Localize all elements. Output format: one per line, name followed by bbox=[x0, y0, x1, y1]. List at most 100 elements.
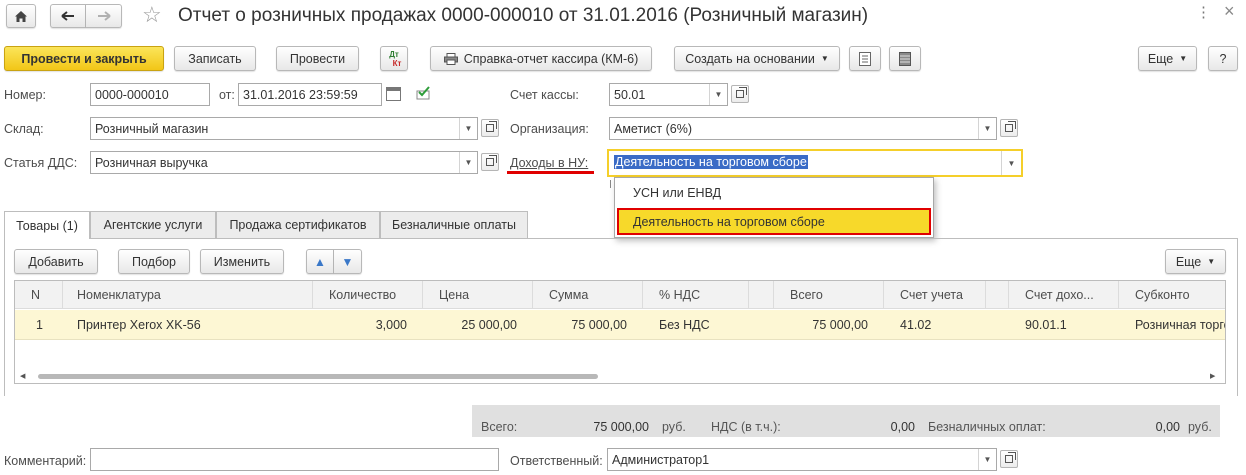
cash-account-label: Счет кассы: bbox=[510, 88, 579, 102]
more-label: Еще bbox=[1147, 51, 1174, 66]
col-subconto[interactable]: Субконто bbox=[1119, 281, 1225, 309]
move-down-button[interactable]: ▼ bbox=[334, 249, 362, 274]
col-vat-rate[interactable]: % НДС bbox=[643, 281, 749, 309]
col-account[interactable]: Счет учета bbox=[884, 281, 986, 309]
table-more-button[interactable]: Еще ▼ bbox=[1165, 249, 1226, 274]
tab-noncash[interactable]: Безналичные оплаты bbox=[380, 211, 528, 238]
favorite-star-icon[interactable]: ☆ bbox=[142, 3, 162, 27]
document-icon bbox=[859, 51, 871, 66]
structure-icon-button[interactable] bbox=[889, 46, 921, 71]
create-based-on-button[interactable]: Создать на основании ▼ bbox=[674, 46, 840, 71]
help-button[interactable]: ? bbox=[1208, 46, 1238, 71]
select-button[interactable]: Подбор bbox=[118, 249, 190, 274]
chevron-down-icon[interactable]: ▼ bbox=[1001, 151, 1021, 175]
cell-income-account: 90.01.1 bbox=[1025, 318, 1067, 332]
number-label: Номер: bbox=[4, 88, 46, 102]
tab-goods[interactable]: Товары (1) bbox=[4, 211, 90, 239]
back-button[interactable] bbox=[50, 4, 86, 28]
table-icon bbox=[899, 51, 911, 66]
responsible-field[interactable]: Администратор1 ▼ bbox=[607, 448, 997, 471]
open-warehouse-icon[interactable] bbox=[481, 119, 499, 137]
warehouse-label: Склад: bbox=[4, 122, 44, 136]
post-and-close-button[interactable]: Провести и закрыть bbox=[4, 46, 164, 71]
dtkt-icon-top: Дт bbox=[389, 49, 399, 59]
cell-n: 1 bbox=[36, 318, 43, 332]
col-total[interactable]: Всего bbox=[774, 281, 884, 309]
col-income-account[interactable]: Счет дохо... bbox=[1009, 281, 1119, 309]
warehouse-value: Розничный магазин bbox=[95, 121, 209, 136]
save-button[interactable]: Записать bbox=[174, 46, 256, 71]
horizontal-scrollbar[interactable] bbox=[38, 374, 598, 379]
col-sum[interactable]: Сумма bbox=[533, 281, 643, 309]
income-field[interactable]: Деятельность на торговом сборе ▼ bbox=[607, 149, 1023, 177]
chevron-down-icon: ▼ bbox=[820, 54, 829, 63]
number-field[interactable]: 0000-000010 bbox=[90, 83, 210, 106]
col-spacer bbox=[986, 281, 1009, 309]
scroll-left-icon[interactable]: ◀ bbox=[20, 372, 25, 380]
arrow-up-icon: ▲ bbox=[314, 254, 326, 269]
noncash-value: 0,00 bbox=[1155, 420, 1180, 434]
tab-agent-services[interactable]: Агентские услуги bbox=[90, 211, 216, 238]
organization-field[interactable]: Аметист (6%) ▼ bbox=[609, 117, 997, 140]
cell-price: 25 000,00 bbox=[461, 318, 517, 332]
more-dots-icon[interactable]: ⋮ bbox=[1196, 3, 1211, 21]
col-nomenclature[interactable]: Номенклатура bbox=[63, 281, 313, 309]
col-n[interactable]: N bbox=[15, 281, 63, 309]
forward-button[interactable] bbox=[86, 4, 122, 28]
arrow-right-icon bbox=[97, 11, 111, 21]
organization-value: Аметист (6%) bbox=[614, 121, 693, 136]
home-icon bbox=[15, 10, 27, 22]
chevron-down-icon: ▼ bbox=[1207, 257, 1216, 266]
scroll-right-icon[interactable]: ▶ bbox=[1210, 372, 1215, 380]
home-button[interactable] bbox=[6, 4, 36, 28]
more-button[interactable]: Еще ▼ bbox=[1138, 46, 1197, 71]
comment-label: Комментарий: bbox=[4, 454, 87, 468]
col-quantity[interactable]: Количество bbox=[313, 281, 423, 309]
total-value: 75 000,00 bbox=[593, 420, 649, 434]
dropdown-option-usn[interactable]: УСН или ЕНВД bbox=[633, 186, 721, 200]
cashflow-field[interactable]: Розничная выручка ▼ bbox=[90, 151, 478, 174]
chevron-down-icon[interactable]: ▼ bbox=[978, 118, 996, 139]
comment-field[interactable] bbox=[90, 448, 499, 471]
open-responsible-icon[interactable] bbox=[1000, 450, 1018, 468]
cash-account-field[interactable]: 50.01 ▼ bbox=[609, 83, 728, 106]
date-label: от: bbox=[219, 88, 235, 102]
responsible-label: Ответственный: bbox=[510, 454, 603, 468]
chevron-down-icon[interactable]: ▼ bbox=[709, 84, 727, 105]
noncash-label: Безналичных оплат: bbox=[928, 420, 1046, 434]
vat-label: НДС (в т.ч.): bbox=[711, 420, 781, 434]
warehouse-field[interactable]: Розничный магазин ▼ bbox=[90, 117, 478, 140]
total-label: Всего: bbox=[481, 420, 518, 434]
open-cash-account-icon[interactable] bbox=[731, 85, 749, 103]
open-cashflow-icon[interactable] bbox=[481, 153, 499, 171]
arrow-left-icon bbox=[61, 11, 74, 21]
document-icon-button[interactable] bbox=[849, 46, 881, 71]
cashflow-label: Статья ДДС: bbox=[4, 156, 78, 170]
chevron-down-icon[interactable]: ▼ bbox=[978, 449, 996, 470]
close-icon[interactable]: × bbox=[1224, 1, 1235, 22]
cell-account: 41.02 bbox=[900, 318, 932, 332]
open-organization-icon[interactable] bbox=[1000, 119, 1018, 137]
cash-account-value: 50.01 bbox=[614, 87, 646, 102]
dropdown-option-trade-fee[interactable]: Деятельность на торговом сборе bbox=[617, 208, 931, 235]
move-up-button[interactable]: ▲ bbox=[306, 249, 334, 274]
chevron-down-icon[interactable]: ▼ bbox=[459, 152, 477, 173]
date-field[interactable]: 31.01.2016 23:59:59 bbox=[238, 83, 382, 106]
window-title: Отчет о розничных продажах 0000-000010 о… bbox=[178, 5, 869, 26]
tab-certificates[interactable]: Продажа сертификатов bbox=[216, 211, 380, 238]
create-based-on-label: Создать на основании bbox=[685, 51, 815, 66]
col-price[interactable]: Цена bbox=[423, 281, 533, 309]
cell-nomenclature: Принтер Xerox XK-56 bbox=[77, 318, 201, 332]
income-label[interactable]: Доходы в НУ: bbox=[510, 156, 588, 170]
add-row-button[interactable]: Добавить bbox=[14, 249, 98, 274]
dtkt-button[interactable]: Дт Кт bbox=[380, 46, 408, 71]
change-button[interactable]: Изменить bbox=[200, 249, 284, 274]
income-tick-mark bbox=[610, 180, 611, 188]
chevron-down-icon[interactable]: ▼ bbox=[459, 118, 477, 139]
dtkt-icon-bottom: Кт bbox=[392, 58, 402, 68]
post-button[interactable]: Провести bbox=[276, 46, 359, 71]
cell-total: 75 000,00 bbox=[812, 318, 868, 332]
cashier-report-button[interactable]: Справка-отчет кассира (КМ-6) bbox=[430, 46, 652, 71]
calendar-icon[interactable] bbox=[386, 87, 401, 101]
income-label-underline bbox=[507, 171, 594, 174]
